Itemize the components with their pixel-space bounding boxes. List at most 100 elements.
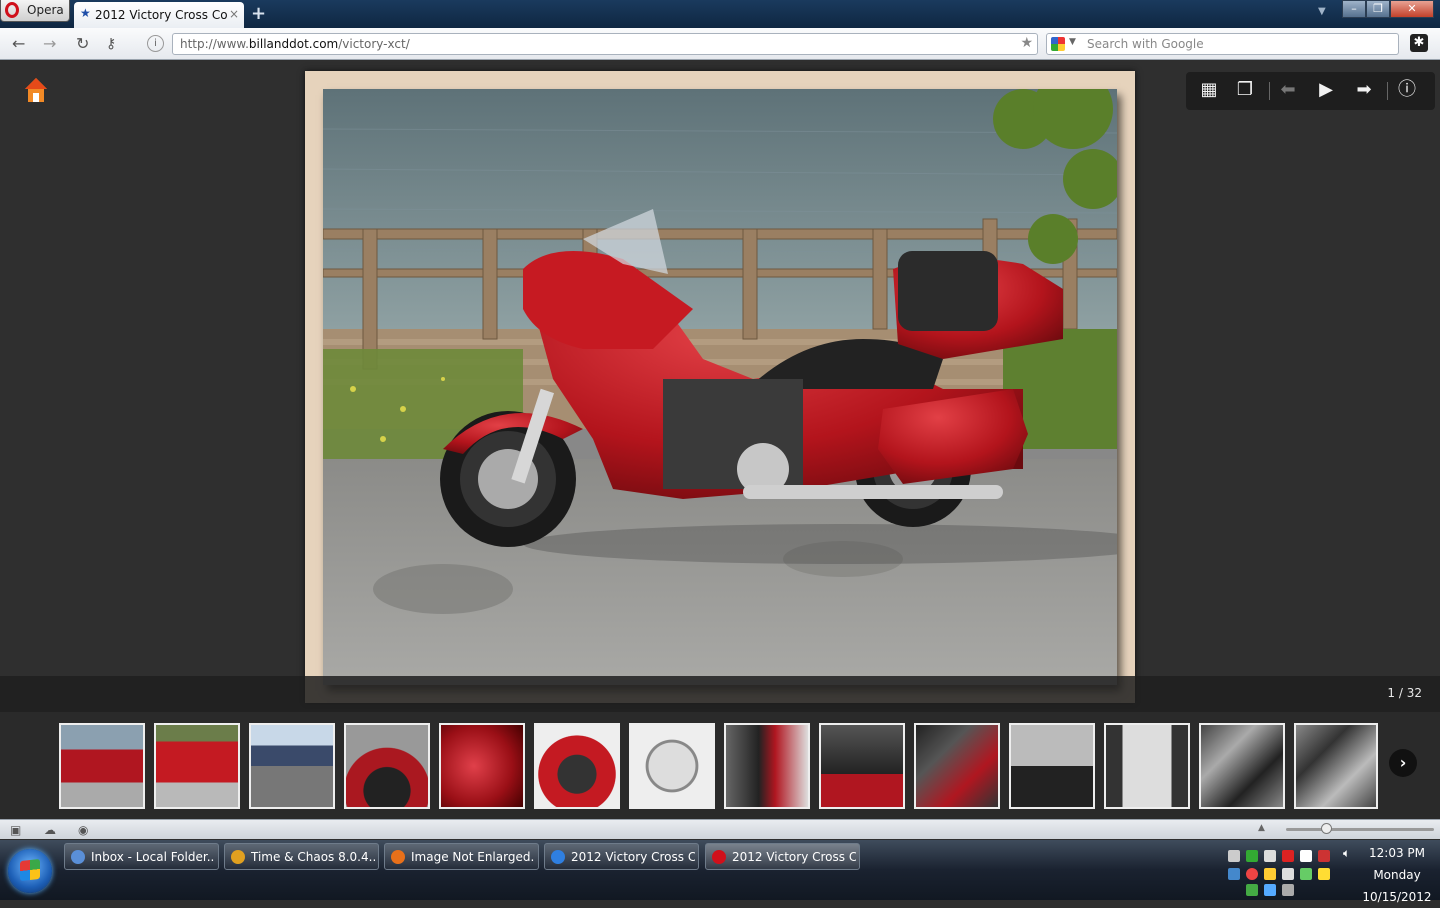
- thumbnail-1[interactable]: [59, 723, 145, 809]
- taskbar-item-inbox[interactable]: Inbox - Local Folder...: [64, 843, 219, 870]
- extension-icon[interactable]: ✱: [1410, 34, 1428, 52]
- tray-tool-icon[interactable]: [1282, 868, 1294, 880]
- opera-menu-label: Opera: [27, 3, 64, 17]
- thumbnail-6[interactable]: [534, 723, 620, 809]
- fullscreen-icon[interactable]: ❐: [1233, 80, 1257, 100]
- speed-dial-icon[interactable]: ◉: [78, 823, 88, 837]
- taskbar-item-ie[interactable]: 2012 Victory Cross C...: [544, 843, 699, 870]
- window-controls: – ❐ ✕: [1342, 0, 1434, 18]
- thumbnail-13[interactable]: [1199, 723, 1285, 809]
- tray-sync-icon[interactable]: [1228, 868, 1240, 880]
- thumbnail-next-button[interactable]: ›: [1389, 749, 1417, 777]
- thumbnail-3[interactable]: [249, 723, 335, 809]
- search-engine-dropdown-icon[interactable]: ▼: [1069, 37, 1076, 47]
- start-button[interactable]: [8, 849, 52, 893]
- viewer-toolbar: ▦ ❐ ⬅ ▶ ➡ ⓘ: [1186, 72, 1435, 110]
- google-icon[interactable]: [1051, 37, 1065, 51]
- thumbnail-9[interactable]: [819, 723, 905, 809]
- tray-bluetooth-icon[interactable]: [1282, 884, 1294, 896]
- reload-icon[interactable]: ↻: [76, 34, 89, 53]
- firefox-icon: [391, 850, 405, 864]
- tray-lock-icon[interactable]: [1318, 868, 1330, 880]
- caption-bar: 1 / 32: [0, 676, 1440, 712]
- time-chaos-icon: [231, 850, 245, 864]
- zoom-slider-track[interactable]: [1286, 828, 1434, 831]
- clock[interactable]: 12:03 PM Monday 10/15/2012: [1358, 842, 1436, 908]
- thumbnail-14[interactable]: [1294, 723, 1378, 809]
- tray-c-icon[interactable]: [1282, 850, 1294, 862]
- thumbnail-8[interactable]: [724, 723, 810, 809]
- close-window-button[interactable]: ✕: [1390, 0, 1434, 18]
- panel-toggle-icon[interactable]: ▣: [10, 823, 21, 837]
- thumbnail-2[interactable]: [154, 723, 240, 809]
- new-tab-button[interactable]: +: [251, 3, 266, 24]
- photo-frame: [305, 71, 1135, 703]
- arrow-right-icon[interactable]: ➡: [1352, 80, 1376, 100]
- tray-network-icon[interactable]: [1228, 850, 1240, 862]
- system-tray: [1222, 844, 1334, 896]
- thumbnail-11[interactable]: [1009, 723, 1095, 809]
- taskbar-item-firefox[interactable]: Image Not Enlarged...: [384, 843, 539, 870]
- tab-list-icon[interactable]: ▼: [1318, 6, 1326, 17]
- wand-key-icon[interactable]: ⚷: [106, 36, 116, 52]
- zoom-slider-handle[interactable]: [1321, 823, 1332, 834]
- arrow-left-icon[interactable]: ⬅: [1276, 80, 1300, 100]
- motorcycle-photo-image: [323, 89, 1117, 685]
- thumbnail-12[interactable]: [1104, 723, 1190, 809]
- maximize-button[interactable]: ❐: [1366, 0, 1390, 18]
- bookmark-star-icon[interactable]: ★: [1020, 35, 1033, 51]
- tray-music-icon[interactable]: [1264, 884, 1276, 896]
- taskbar-item-opera[interactable]: 2012 Victory Cross C...: [705, 843, 860, 870]
- clock-time: 12:03 PM: [1369, 846, 1425, 860]
- tray-shield-icon[interactable]: [1246, 868, 1258, 880]
- image-counter: 1 / 32: [1387, 686, 1422, 700]
- search-field[interactable]: ▼ Search with Google: [1046, 33, 1399, 55]
- clock-day: Monday: [1373, 868, 1421, 882]
- taskbar-item-time-chaos[interactable]: Time & Chaos 8.0.4....: [224, 843, 379, 870]
- thumbnail-7[interactable]: [629, 723, 715, 809]
- taskbar-item-label: 2012 Victory Cross C...: [732, 850, 856, 864]
- thumbnail-10[interactable]: [914, 723, 1000, 809]
- tray-monitor-icon[interactable]: [1300, 868, 1312, 880]
- thumbnail-strip: ›: [0, 712, 1440, 819]
- info-icon[interactable]: ⓘ: [1395, 80, 1419, 100]
- tab-bar: Opera ★ 2012 Victory Cross Cou... × + ▼ …: [0, 0, 1440, 28]
- thumbnail-4[interactable]: [344, 723, 430, 809]
- url-prefix: http://www.: [180, 37, 249, 51]
- taskbar-item-label: Time & Chaos 8.0.4....: [251, 850, 375, 864]
- taskbar-item-label: 2012 Victory Cross C...: [571, 850, 695, 864]
- back-icon[interactable]: ←: [12, 34, 25, 53]
- scroll-up-icon[interactable]: ▲: [1258, 823, 1265, 833]
- volume-icon[interactable]: 🔈︎: [1343, 846, 1350, 861]
- page-content: ▦ ❐ ⬅ ▶ ➡ ⓘ 1 / 32 ›: [0, 61, 1440, 819]
- forward-icon[interactable]: →: [43, 34, 56, 53]
- thumbnail-5[interactable]: [439, 723, 525, 809]
- thumbnails-icon[interactable]: ▦: [1197, 80, 1221, 100]
- tab-close-icon[interactable]: ×: [229, 7, 239, 21]
- taskbar-item-label: Inbox - Local Folder...: [91, 850, 215, 864]
- play-icon[interactable]: ▶: [1314, 80, 1338, 100]
- address-field[interactable]: http://www.billanddot.com/victory-xct/ ★: [172, 33, 1038, 55]
- site-info-icon[interactable]: i: [147, 35, 164, 52]
- opera-logo-icon: [5, 2, 19, 18]
- windows-logo-icon: [20, 858, 40, 882]
- opera-menu-button[interactable]: Opera: [0, 0, 70, 22]
- tab-active[interactable]: ★ 2012 Victory Cross Cou... ×: [74, 2, 244, 28]
- address-toolbar: ← → ↻ ⚷ i http://www.billanddot.com/vict…: [0, 28, 1440, 60]
- tray-check-icon[interactable]: [1246, 850, 1258, 862]
- thunderbird-icon: [71, 850, 85, 864]
- tray-calendar-icon[interactable]: [1300, 850, 1312, 862]
- favicon-star-icon: ★: [80, 6, 91, 20]
- home-icon[interactable]: [24, 77, 48, 103]
- internet-explorer-icon: [551, 850, 565, 864]
- clock-date: 10/15/2012: [1362, 890, 1432, 904]
- tray-home-icon[interactable]: [1246, 884, 1258, 896]
- tray-mail-icon[interactable]: [1264, 850, 1276, 862]
- status-bar: ▣ ☁ ◉ ▲: [0, 819, 1440, 839]
- cloud-icon[interactable]: ☁: [44, 823, 56, 837]
- tray-flag-icon[interactable]: [1318, 850, 1330, 862]
- tray-folder-icon[interactable]: [1264, 868, 1276, 880]
- search-placeholder: Search with Google: [1087, 37, 1204, 51]
- main-photo[interactable]: [323, 89, 1117, 685]
- minimize-button[interactable]: –: [1342, 0, 1366, 18]
